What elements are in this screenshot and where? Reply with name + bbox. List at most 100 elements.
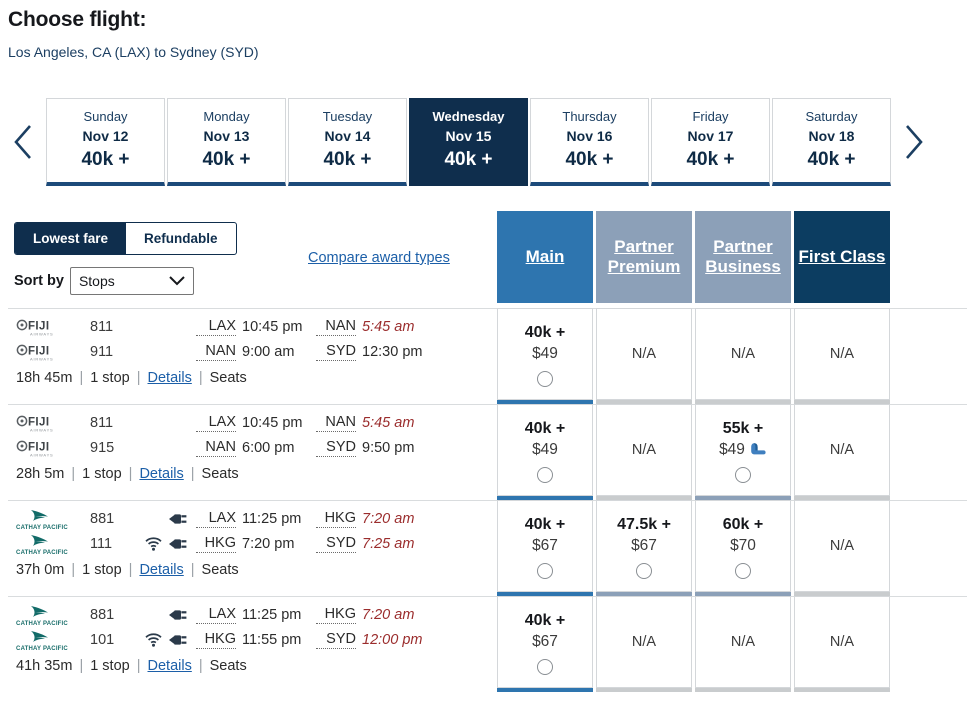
flight-itinerary: FIJI AIRWAYS 811 LAX 10:45 pm NAN 5:45 am FIJI A… xyxy=(8,308,490,404)
flight-stops: 1 stop xyxy=(90,658,130,674)
seats-link[interactable]: Seats xyxy=(202,562,239,578)
fare-unavailable-label: N/A xyxy=(829,634,855,650)
destination-code: SYD xyxy=(316,535,356,553)
fare-price: $67 xyxy=(532,535,558,556)
fare-cell-partner-business[interactable]: 60k + $70 xyxy=(695,500,791,596)
fare-cell-main[interactable]: 40k + $67 xyxy=(497,596,593,692)
fare-column-header-first-class[interactable]: First Class xyxy=(794,211,890,303)
fare-cell-partner-business[interactable]: 55k + $49 xyxy=(695,404,791,500)
fare-radio[interactable] xyxy=(636,562,652,579)
date-card-nov-13[interactable]: Monday Nov 13 40k + xyxy=(167,98,286,186)
date-weekday: Friday xyxy=(692,109,729,124)
fare-radio[interactable] xyxy=(537,658,553,675)
fare-points: 40k + xyxy=(524,611,566,629)
carousel-prev-button[interactable] xyxy=(0,92,46,192)
toggle-lowest-fare[interactable]: Lowest fare xyxy=(15,223,127,254)
depart-time: 11:25 pm xyxy=(242,606,302,623)
flight-leg: CATHAY PACIFIC 101 HKG 11:55 pm SYD 12:00 pm xyxy=(12,627,490,652)
flight-stops: 1 stop xyxy=(90,370,130,386)
seats-link[interactable]: Seats xyxy=(210,658,247,674)
fare-cell-partner-business: N/A xyxy=(695,596,791,692)
meta-divider: | xyxy=(136,370,141,386)
fare-radio[interactable] xyxy=(735,562,751,579)
fare-column-label: Main xyxy=(525,247,565,266)
depart-time: 10:45 pm xyxy=(242,414,303,431)
fare-column-header-main[interactable]: Main xyxy=(497,211,593,303)
fare-radio[interactable] xyxy=(735,466,751,483)
origin-code: LAX xyxy=(196,606,236,624)
compare-award-types-link[interactable]: Compare award types xyxy=(308,250,450,266)
sort-select[interactable]: StopsPriceDurationDepartureArrival xyxy=(69,267,194,295)
flight-row: FIJI AIRWAYS 811 LAX 10:45 pm NAN 5:45 am FIJI A… xyxy=(0,308,967,404)
date-card-nov-16[interactable]: Thursday Nov 16 40k + xyxy=(530,98,649,186)
fare-column-header-partner-premium[interactable]: Partner Premium xyxy=(596,211,692,303)
airline-logo: CATHAY PACIFIC xyxy=(12,628,72,652)
fare-cell-main[interactable]: 40k + $67 xyxy=(497,500,593,596)
date-card-nov-15[interactable]: Wednesday Nov 15 40k + xyxy=(409,98,528,186)
details-link[interactable]: Details xyxy=(148,370,192,386)
arrive-time: 7:20 am xyxy=(362,510,415,527)
fare-unavailable-label: N/A xyxy=(631,346,657,362)
cathay-pacific-logo: CATHAY PACIFIC xyxy=(16,509,68,531)
cathay-pacific-logo: CATHAY PACIFIC xyxy=(16,534,68,556)
fare-cell-first-class: N/A xyxy=(794,500,890,596)
destination-code: SYD xyxy=(316,631,356,649)
date-price: 40k + xyxy=(565,149,614,170)
chevron-left-icon xyxy=(14,125,31,159)
fare-cell-first-class: N/A xyxy=(794,596,890,692)
destination-code: SYD xyxy=(316,343,356,361)
fare-cell-partner-premium[interactable]: 47.5k + $67 xyxy=(596,500,692,596)
fare-cells: 40k + $67 N/A N/A N/A xyxy=(497,596,890,692)
details-link[interactable]: Details xyxy=(139,466,183,482)
date-card-nov-12[interactable]: Sunday Nov 12 40k + xyxy=(46,98,165,186)
toggle-refundable[interactable]: Refundable xyxy=(126,223,236,254)
fare-price-amount: $67 xyxy=(631,536,657,554)
fare-cell-partner-premium: N/A xyxy=(596,404,692,500)
carousel-next-button[interactable] xyxy=(891,92,937,192)
fare-cell-partner-premium: N/A xyxy=(596,596,692,692)
origin-code: HKG xyxy=(196,631,236,649)
date-price: 40k + xyxy=(202,149,251,170)
date-price: 40k + xyxy=(686,149,735,170)
fare-price: $49 xyxy=(532,343,558,364)
details-link[interactable]: Details xyxy=(148,658,192,674)
flight-number: 111 xyxy=(90,535,113,552)
fare-column-headers: Main Partner Premium Partner Business First… xyxy=(497,211,890,303)
fare-column-header-partner-business[interactable]: Partner Business xyxy=(695,211,791,303)
destination-code: NAN xyxy=(316,318,356,336)
fare-cell-main[interactable]: 40k + $49 xyxy=(497,308,593,404)
origin-code: NAN xyxy=(196,343,236,361)
fare-radio[interactable] xyxy=(537,370,553,387)
fare-cell-main[interactable]: 40k + $49 xyxy=(497,404,593,500)
arrive-time: 7:25 am xyxy=(362,535,415,552)
flight-number: 811 xyxy=(90,318,114,335)
seats-link[interactable]: Seats xyxy=(210,370,247,386)
fare-price-amount: $49 xyxy=(719,440,745,458)
date-card-nov-17[interactable]: Friday Nov 17 40k + xyxy=(651,98,770,186)
fare-price: $49 xyxy=(719,439,767,460)
fare-accent-bar xyxy=(596,688,692,692)
fare-accent-bar xyxy=(794,688,890,692)
date-weekday: Wednesday xyxy=(432,109,505,124)
flight-leg: FIJI AIRWAYS 811 LAX 10:45 pm NAN 5:45 am xyxy=(12,410,490,435)
depart-time: 7:20 pm xyxy=(242,535,295,552)
fare-price-amount: $49 xyxy=(532,440,558,458)
details-link[interactable]: Details xyxy=(139,562,183,578)
depart-time: 10:45 pm xyxy=(242,318,303,335)
flight-duration: 41h 35m xyxy=(16,658,73,674)
meta-divider: | xyxy=(190,562,195,578)
fare-radio[interactable] xyxy=(537,562,553,579)
flight-segment: LAX 11:25 pm HKG 7:20 am xyxy=(196,606,436,624)
flight-row: FIJI AIRWAYS 811 LAX 10:45 pm NAN 5:45 am FIJI A… xyxy=(0,404,967,500)
fiji-airways-logo: FIJIAIRWAYS xyxy=(16,319,53,336)
date-card-nov-18[interactable]: Saturday Nov 18 40k + xyxy=(772,98,891,186)
date-day: Nov 14 xyxy=(324,128,371,144)
fare-price: $49 xyxy=(532,439,558,460)
seats-link[interactable]: Seats xyxy=(202,466,239,482)
flight-duration: 37h 0m xyxy=(16,562,65,578)
date-carousel: Sunday Nov 12 40k + Monday Nov 13 40k + Tuesda… xyxy=(0,92,967,192)
flight-meta: 37h 0m | 1 stop | Details | Seats xyxy=(12,562,490,578)
fare-unavailable-label: N/A xyxy=(829,538,855,554)
fare-radio[interactable] xyxy=(537,466,553,483)
date-card-nov-14[interactable]: Tuesday Nov 14 40k + xyxy=(288,98,407,186)
